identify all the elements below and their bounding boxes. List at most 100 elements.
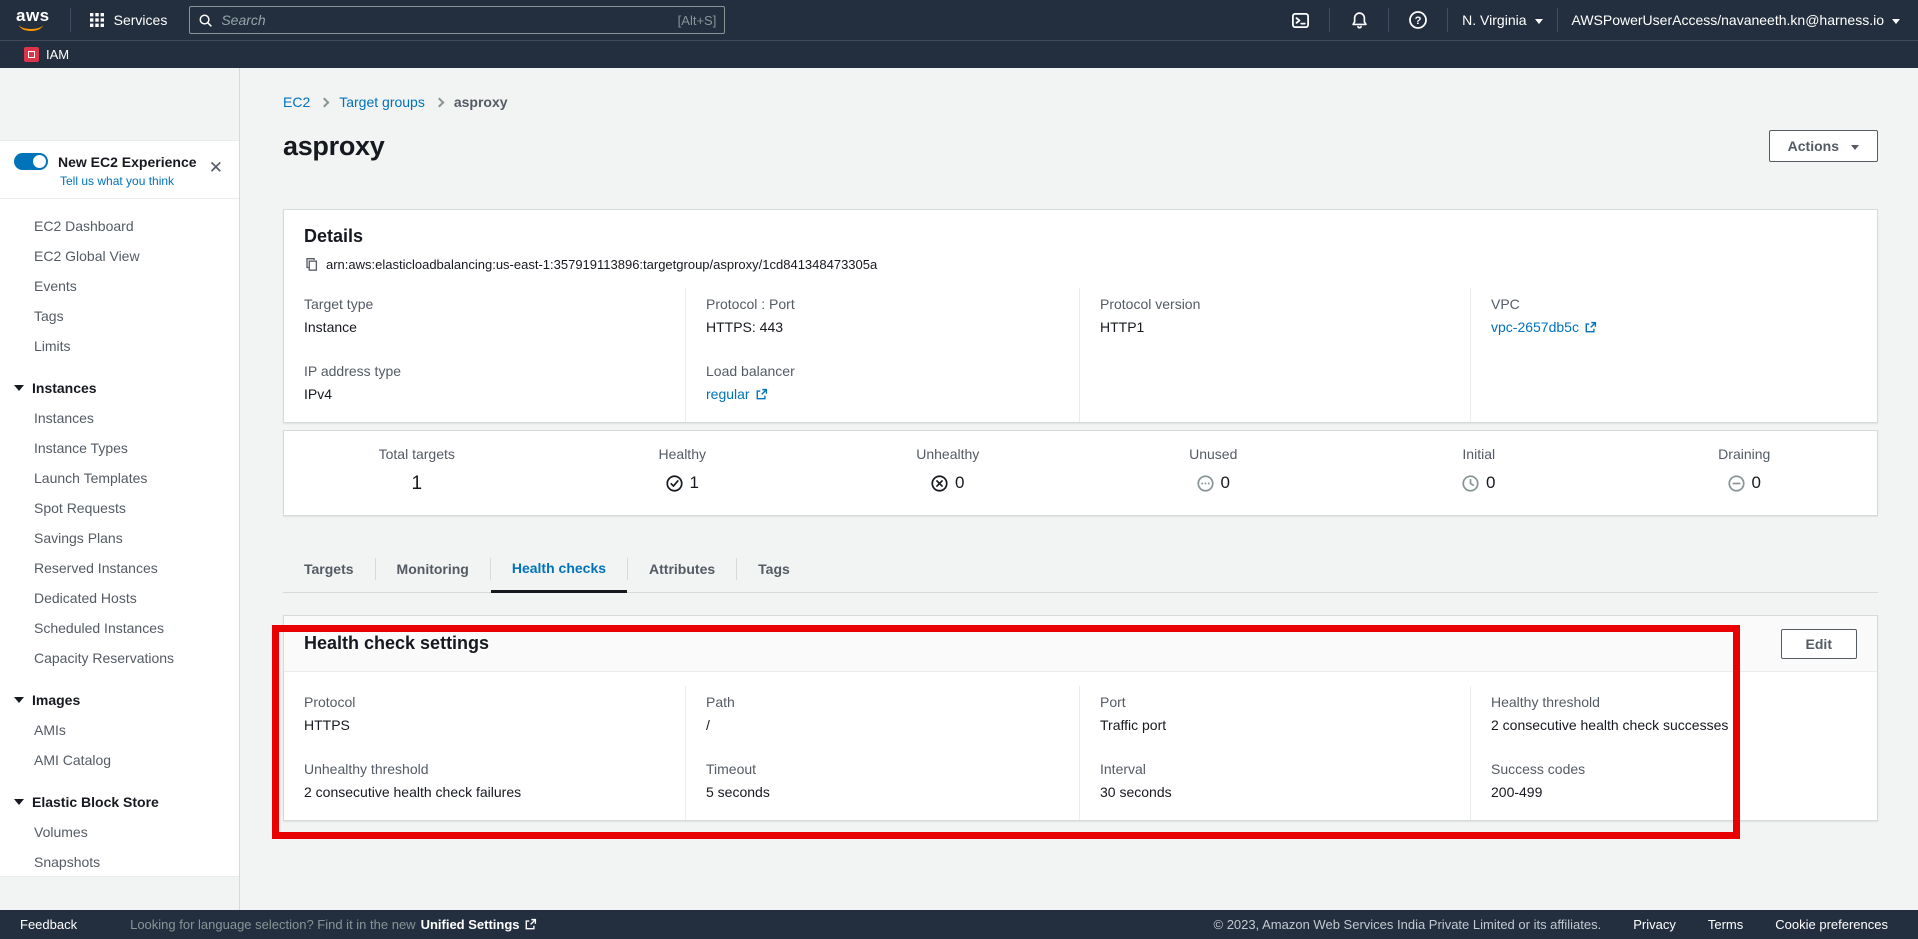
- actions-button[interactable]: Actions: [1769, 130, 1878, 162]
- vpc-link[interactable]: vpc-2657db5c: [1491, 319, 1597, 335]
- stat-unhealthy: Unhealthy 0: [815, 446, 1081, 495]
- field-port: Port Traffic port: [1100, 694, 1450, 733]
- top-nav-right: ? N. Virginia AWSPowerUserAccess/navanee…: [1285, 5, 1918, 35]
- page-header: asproxy Actions: [283, 124, 1878, 168]
- sidebar-item-events[interactable]: Events: [0, 271, 239, 301]
- language-selection-note: Looking for language selection? Find it …: [130, 917, 536, 932]
- iam-label: IAM: [46, 47, 69, 62]
- sidebar-item-launch-templates[interactable]: Launch Templates: [0, 463, 239, 493]
- sidebar-item-reserved-instances[interactable]: Reserved Instances: [0, 553, 239, 583]
- account-menu[interactable]: AWSPowerUserAccess/navaneeth.kn@harness.…: [1572, 12, 1901, 28]
- services-menu-button[interactable]: Services: [89, 12, 168, 28]
- field-ip-address-type: IP address type IPv4: [304, 363, 665, 402]
- services-label: Services: [114, 12, 168, 28]
- arn-row: arn:aws:elasticloadbalancing:us-east-1:3…: [304, 257, 1857, 272]
- copy-icon[interactable]: [304, 257, 319, 272]
- sidebar-item-ec2-global-view[interactable]: EC2 Global View: [0, 241, 239, 271]
- chevron-down-icon: [14, 799, 24, 805]
- sidebar-item-capacity-reservations[interactable]: Capacity Reservations: [0, 643, 239, 673]
- breadcrumb-current: asproxy: [454, 94, 508, 110]
- new-experience-toggle[interactable]: [14, 153, 48, 170]
- stat-total-targets: Total targets 1: [284, 446, 550, 495]
- field-interval: Interval 30 seconds: [1100, 761, 1450, 800]
- sidebar-item-snapshots[interactable]: Snapshots: [0, 847, 239, 877]
- clock-circle-icon: [1462, 475, 1479, 492]
- chevron-right-icon: [320, 98, 330, 108]
- divider: [1447, 8, 1448, 32]
- favorite-iam-link[interactable]: IAM: [24, 47, 69, 62]
- breadcrumb-ec2[interactable]: EC2: [283, 94, 310, 110]
- copyright-text: © 2023, Amazon Web Services India Privat…: [1214, 917, 1602, 932]
- load-balancer-link[interactable]: regular: [706, 386, 768, 402]
- help-icon[interactable]: ?: [1403, 5, 1433, 35]
- tab-targets[interactable]: Targets: [283, 546, 375, 592]
- field-vpc: VPC vpc-2657db5c: [1491, 296, 1857, 335]
- chevron-down-icon: [1892, 19, 1900, 24]
- chevron-down-icon: [14, 385, 24, 391]
- sidebar-item-instance-types[interactable]: Instance Types: [0, 433, 239, 463]
- aws-logo[interactable]: aws: [16, 9, 50, 31]
- field-protocol-port: Protocol : Port HTTPS: 443: [706, 296, 1059, 335]
- chevron-down-icon: [1535, 19, 1543, 24]
- privacy-link[interactable]: Privacy: [1633, 917, 1676, 932]
- divider: [1388, 8, 1389, 32]
- chevron-right-icon: [434, 98, 444, 108]
- close-icon[interactable]: ✕: [209, 159, 223, 176]
- health-check-settings-title: Health check settings: [304, 633, 489, 654]
- details-title: Details: [304, 226, 1857, 247]
- iam-service-icon: [24, 47, 39, 62]
- sidebar-item-tags[interactable]: Tags: [0, 301, 239, 331]
- minus-circle-icon: [1728, 475, 1745, 492]
- sidebar-item-limits[interactable]: Limits: [0, 331, 239, 361]
- field-path: Path /: [706, 694, 1059, 733]
- new-experience-label: New EC2 Experience: [58, 154, 197, 170]
- main-content: EC2 Target groups asproxy asproxy Action…: [241, 68, 1918, 910]
- sidebar-item-ami-catalog[interactable]: AMI Catalog: [0, 745, 239, 775]
- sidebar-item-ec2-dashboard[interactable]: EC2 Dashboard: [0, 211, 239, 241]
- svg-text:?: ?: [1415, 15, 1422, 27]
- feedback-link[interactable]: Feedback: [20, 917, 77, 932]
- search-input[interactable]: [221, 12, 677, 28]
- x-circle-icon: [931, 475, 948, 492]
- tab-tags[interactable]: Tags: [737, 546, 811, 592]
- external-link-icon: [755, 388, 768, 401]
- divider: [70, 8, 71, 32]
- tell-us-link[interactable]: Tell us what you think: [60, 174, 225, 188]
- cloudshell-icon[interactable]: [1285, 5, 1315, 35]
- tab-attributes[interactable]: Attributes: [628, 546, 736, 592]
- sidebar-item-instances[interactable]: Instances: [0, 403, 239, 433]
- region-selector[interactable]: N. Virginia: [1462, 12, 1542, 28]
- global-search[interactable]: [Alt+S]: [189, 6, 725, 34]
- sidebar-item-volumes[interactable]: Volumes: [0, 817, 239, 847]
- account-label: AWSPowerUserAccess/navaneeth.kn@harness.…: [1572, 12, 1885, 28]
- cookie-preferences-link[interactable]: Cookie preferences: [1775, 917, 1888, 932]
- sidebar-section-instances[interactable]: Instances: [0, 373, 239, 403]
- field-success-codes: Success codes 200-499: [1491, 761, 1857, 800]
- page-title: asproxy: [283, 131, 384, 162]
- sidebar-section-images[interactable]: Images: [0, 685, 239, 715]
- region-label: N. Virginia: [1462, 12, 1526, 28]
- breadcrumb-target-groups[interactable]: Target groups: [339, 94, 425, 110]
- tab-monitoring[interactable]: Monitoring: [376, 546, 490, 592]
- terms-link[interactable]: Terms: [1708, 917, 1743, 932]
- sidebar-item-savings-plans[interactable]: Savings Plans: [0, 523, 239, 553]
- field-load-balancer: Load balancer regular: [706, 363, 1059, 402]
- sidebar-section-elastic-block-store[interactable]: Elastic Block Store: [0, 787, 239, 817]
- sidebar-item-amis[interactable]: AMIs: [0, 715, 239, 745]
- field-healthy-threshold: Healthy threshold 2 consecutive health c…: [1491, 694, 1857, 733]
- top-navigation-bar: aws Services [Alt+S] ? N. Virginia AWSPo…: [0, 0, 1918, 40]
- sidebar-item-spot-requests[interactable]: Spot Requests: [0, 493, 239, 523]
- sidebar: New EC2 Experience Tell us what you thin…: [0, 68, 240, 910]
- section-label: Instances: [32, 380, 97, 396]
- target-group-arn: arn:aws:elasticloadbalancing:us-east-1:3…: [326, 257, 877, 272]
- tab-health-checks[interactable]: Health checks: [491, 546, 627, 593]
- unified-settings-link[interactable]: Unified Settings: [421, 917, 537, 932]
- notifications-bell-icon[interactable]: [1344, 5, 1374, 35]
- edit-button[interactable]: Edit: [1781, 629, 1857, 659]
- sidebar-item-scheduled-instances[interactable]: Scheduled Instances: [0, 613, 239, 643]
- section-label: Images: [32, 692, 80, 708]
- grid-icon: [89, 12, 105, 28]
- stat-draining: Draining 0: [1612, 446, 1878, 495]
- sidebar-item-dedicated-hosts[interactable]: Dedicated Hosts: [0, 583, 239, 613]
- chevron-down-icon: [1851, 145, 1859, 150]
